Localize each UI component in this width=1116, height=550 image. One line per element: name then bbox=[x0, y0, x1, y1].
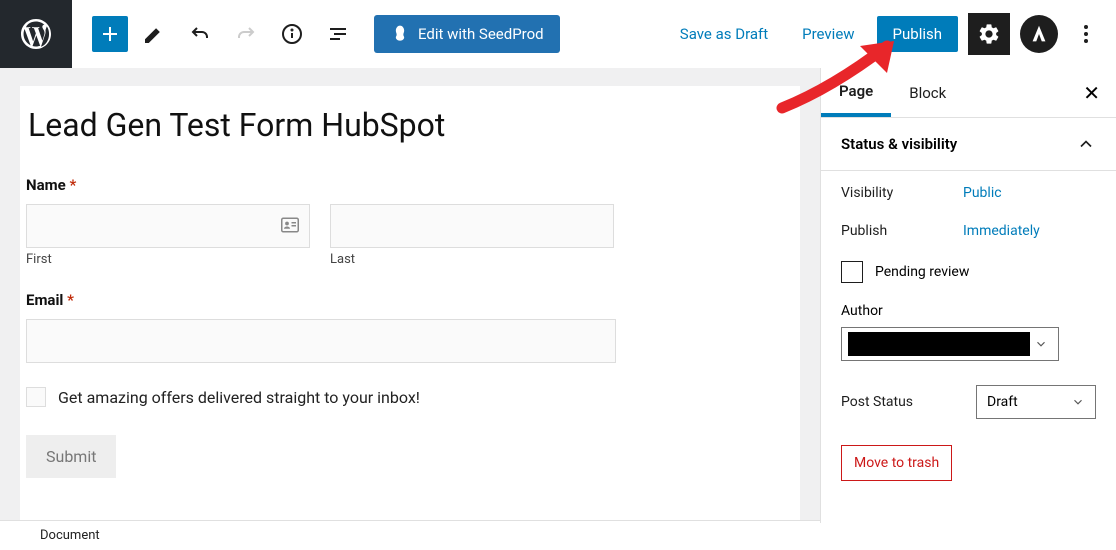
name-field-label: Name * bbox=[26, 176, 784, 194]
author-label: Author bbox=[841, 303, 1096, 319]
last-name-input[interactable] bbox=[330, 204, 614, 248]
post-status-select[interactable]: Draft bbox=[976, 385, 1096, 419]
page-title[interactable]: Lead Gen Test Form HubSpot bbox=[26, 106, 784, 144]
publish-date-value[interactable]: Immediately bbox=[963, 223, 1040, 239]
post-status-label: Post Status bbox=[841, 394, 963, 410]
chevron-down-icon bbox=[1034, 337, 1048, 351]
edit-seedprod-button[interactable]: Edit with SeedProd bbox=[374, 15, 560, 53]
email-field-label: Email * bbox=[26, 291, 784, 309]
status-visibility-panel-toggle[interactable]: Status & visibility bbox=[821, 118, 1116, 171]
publish-date-label: Publish bbox=[841, 223, 963, 239]
settings-button[interactable] bbox=[968, 13, 1010, 55]
astra-icon[interactable] bbox=[1020, 15, 1058, 53]
move-to-trash-button[interactable]: Move to trash bbox=[841, 445, 952, 481]
panel-title: Status & visibility bbox=[841, 135, 957, 153]
author-value-redacted bbox=[848, 332, 1030, 356]
redo-icon[interactable] bbox=[226, 14, 266, 54]
add-block-button[interactable] bbox=[92, 16, 128, 52]
more-options-icon[interactable] bbox=[1068, 16, 1104, 52]
close-sidebar-icon[interactable]: ✕ bbox=[1067, 81, 1116, 105]
last-sublabel: Last bbox=[330, 252, 614, 267]
wordpress-logo[interactable] bbox=[0, 0, 72, 68]
contact-card-icon bbox=[281, 217, 299, 233]
offers-checkbox[interactable] bbox=[26, 387, 46, 407]
seedprod-label: Edit with SeedProd bbox=[418, 25, 544, 43]
outline-icon[interactable] bbox=[318, 14, 358, 54]
author-select[interactable] bbox=[841, 327, 1059, 361]
visibility-label: Visibility bbox=[841, 185, 963, 201]
preview-link[interactable]: Preview bbox=[790, 17, 866, 51]
pending-review-label: Pending review bbox=[875, 264, 969, 280]
breadcrumb[interactable]: Document bbox=[0, 520, 820, 550]
edit-mode-icon[interactable] bbox=[134, 14, 174, 54]
tab-page[interactable]: Page bbox=[821, 68, 891, 117]
offers-label: Get amazing offers delivered straight to… bbox=[58, 388, 420, 407]
undo-icon[interactable] bbox=[180, 14, 220, 54]
save-draft-link[interactable]: Save as Draft bbox=[668, 17, 780, 51]
first-sublabel: First bbox=[26, 252, 310, 267]
post-status-value: Draft bbox=[987, 394, 1018, 410]
tab-block[interactable]: Block bbox=[891, 68, 964, 117]
submit-button[interactable]: Submit bbox=[26, 435, 116, 478]
chevron-up-icon bbox=[1076, 134, 1096, 154]
editor-canvas-area[interactable]: Lead Gen Test Form HubSpot Name * First … bbox=[0, 68, 820, 523]
email-input[interactable] bbox=[26, 319, 616, 363]
first-name-input[interactable] bbox=[26, 204, 310, 248]
info-icon[interactable] bbox=[272, 14, 312, 54]
publish-button[interactable]: Publish bbox=[877, 16, 958, 52]
visibility-value[interactable]: Public bbox=[963, 185, 1002, 201]
pending-review-checkbox[interactable] bbox=[841, 261, 863, 283]
chevron-down-icon bbox=[1071, 395, 1085, 409]
